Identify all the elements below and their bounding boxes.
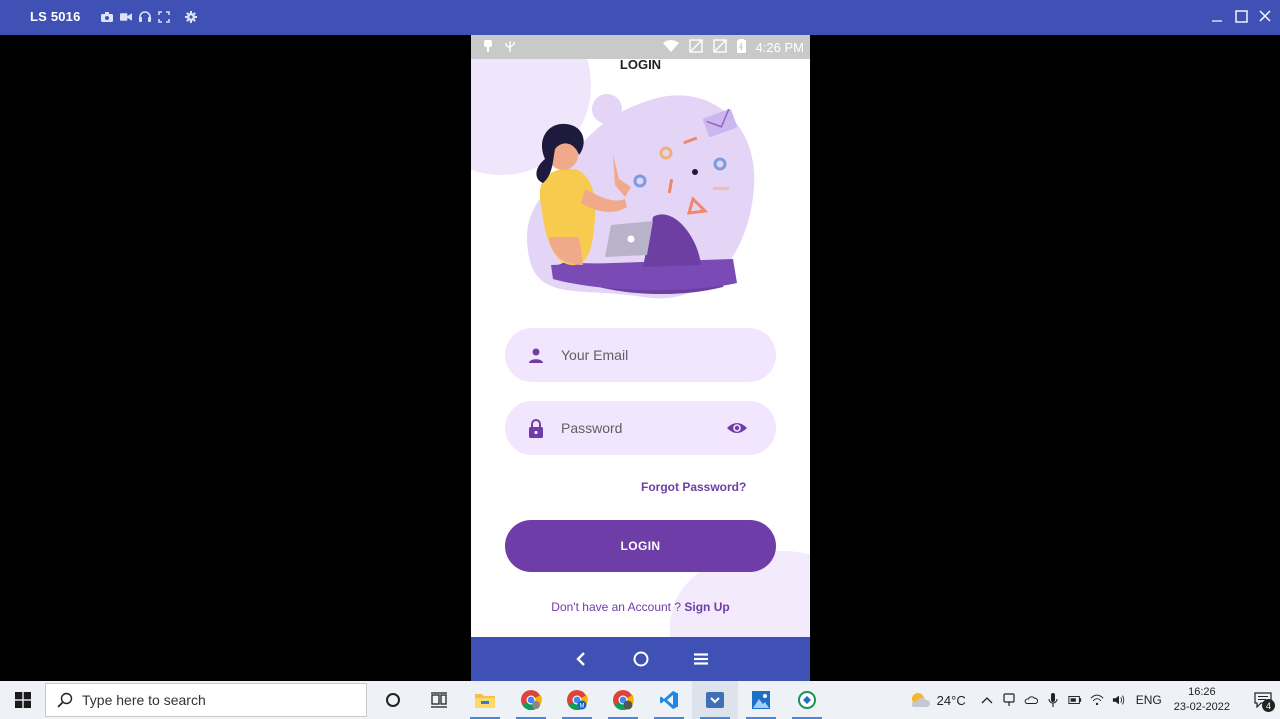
camera-icon[interactable] — [101, 10, 113, 23]
weather-icon — [911, 693, 930, 707]
page-title: LOGIN — [619, 57, 662, 72]
onedrive-icon[interactable] — [1024, 693, 1038, 707]
notification-center-icon[interactable]: 4 — [1246, 681, 1280, 719]
headphones-icon[interactable] — [139, 10, 151, 23]
sync-app-icon[interactable] — [784, 681, 830, 719]
eye-icon[interactable] — [726, 417, 748, 439]
language-indicator[interactable]: ENG — [1136, 693, 1162, 707]
usb-icon — [505, 40, 515, 56]
login-button[interactable]: LOGIN — [505, 520, 776, 572]
minimize-icon[interactable] — [1210, 8, 1224, 24]
meet-now-icon[interactable] — [1002, 693, 1016, 707]
back-icon[interactable] — [571, 649, 591, 669]
device-name: LS 5016 — [30, 9, 81, 24]
network-icon[interactable] — [1090, 693, 1104, 707]
video-camera-icon[interactable] — [120, 10, 132, 23]
chrome-profile-icon-2[interactable] — [600, 681, 646, 719]
home-icon[interactable] — [631, 649, 651, 669]
chrome-icon[interactable] — [508, 681, 554, 719]
cortana-icon[interactable] — [370, 681, 416, 719]
android-nav-bar — [471, 637, 810, 681]
notification-count: 4 — [1262, 699, 1275, 712]
no-sim-icon-2 — [712, 39, 727, 56]
photos-icon[interactable] — [738, 681, 784, 719]
taskbar-search-input[interactable] — [82, 692, 352, 708]
weather-temp: 24°C — [936, 692, 966, 708]
email-field[interactable] — [505, 328, 776, 382]
fullscreen-icon[interactable] — [158, 10, 170, 23]
taskbar-search-box[interactable] — [45, 683, 367, 717]
signup-prompt: Don't have an Account ? — [551, 600, 685, 614]
task-view-icon[interactable] — [416, 681, 462, 719]
close-icon[interactable] — [1258, 8, 1272, 24]
signup-row: Don't have an Account ? Sign Up — [471, 600, 810, 614]
maximize-icon[interactable] — [1234, 8, 1248, 24]
no-sim-icon — [688, 39, 703, 56]
email-input[interactable] — [561, 328, 741, 382]
settings-icon[interactable] — [185, 10, 197, 23]
password-input[interactable] — [561, 401, 741, 455]
weather-widget[interactable]: 24°C — [909, 691, 966, 709]
status-time: 4:26 PM — [755, 40, 804, 55]
chevron-up-icon[interactable] — [980, 693, 994, 707]
taskbar-app-icons: M — [370, 681, 830, 719]
svg-text:M: M — [580, 704, 585, 710]
taskbar-clock[interactable]: 16:26 23-02-2022 — [1174, 685, 1230, 715]
chrome-profile-icon[interactable]: M — [554, 681, 600, 719]
tray-icons — [980, 693, 1126, 707]
window-controls — [1210, 8, 1272, 24]
file-explorer-icon[interactable] — [462, 681, 508, 719]
phone-screen: 4:26 PM LOGIN Your Email Forgot Password… — [471, 35, 810, 681]
windows-start-icon[interactable] — [0, 681, 45, 719]
android-status-bar: 4:26 PM — [471, 35, 810, 59]
password-field[interactable] — [505, 401, 776, 455]
search-icon — [56, 691, 74, 709]
battery-tray-icon[interactable] — [1068, 693, 1082, 707]
windows-taskbar: M 24°C — [0, 681, 1280, 719]
microphone-icon[interactable] — [1046, 693, 1060, 707]
forgot-password-link[interactable]: Forgot Password? — [641, 480, 746, 494]
menu-icon[interactable] — [691, 649, 711, 669]
emulator-toolbar — [101, 10, 197, 23]
login-illustration — [526, 94, 755, 299]
emulator-title-bar: LS 5016 — [0, 0, 1280, 35]
clock-date: 23-02-2022 — [1173, 701, 1230, 713]
system-tray: 24°C ENG 16:26 23-02-2022 4 — [909, 681, 1280, 719]
signup-link[interactable]: Sign Up — [684, 600, 729, 614]
notification-icon — [483, 40, 493, 56]
clock-time: 16:26 — [1188, 686, 1216, 698]
emulator-app-icon[interactable] — [692, 681, 738, 719]
volume-icon[interactable] — [1112, 693, 1126, 707]
battery-icon — [736, 39, 746, 56]
vscode-icon[interactable] — [646, 681, 692, 719]
lock-icon — [527, 419, 545, 438]
wifi-icon — [662, 40, 679, 55]
person-icon — [527, 346, 545, 364]
